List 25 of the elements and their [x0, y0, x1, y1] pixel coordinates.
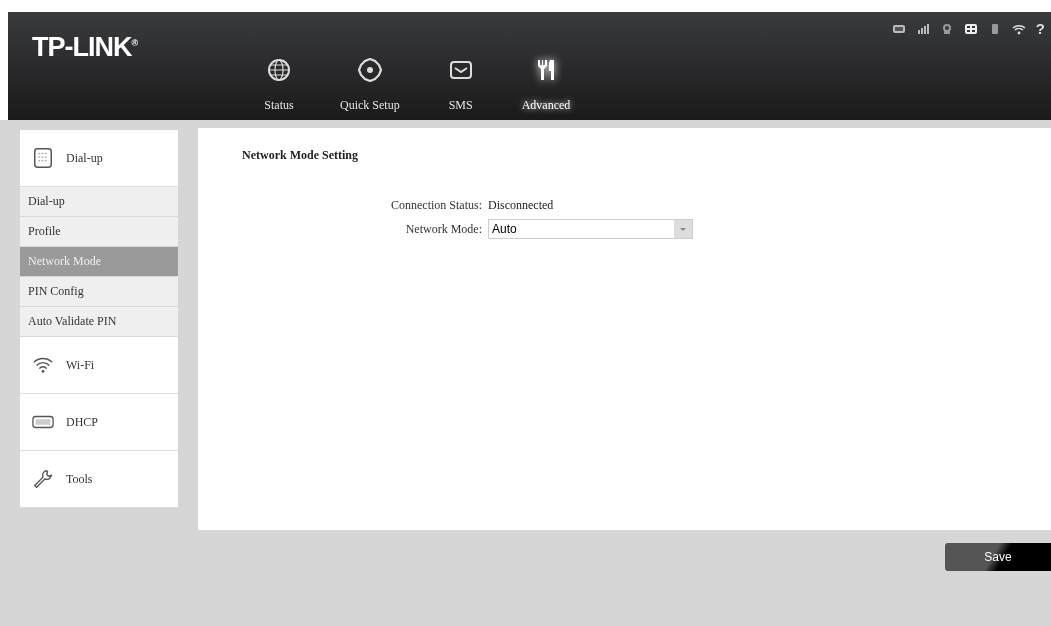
message-icon[interactable] — [891, 22, 906, 35]
signal-icon[interactable] — [915, 22, 930, 35]
envelope-icon — [448, 58, 473, 82]
section-title: Network Mode Setting — [242, 148, 358, 163]
nav-tab[interactable]: Advanced — [517, 46, 575, 113]
logo: TP-LINK$^{®}$ — [31, 31, 139, 63]
status-value: Disconnected — [488, 197, 554, 213]
sidebar-item[interactable]: Auto Validate PIN — [20, 307, 178, 337]
help-icon[interactable]: ? — [1035, 20, 1045, 37]
sidebar-item[interactable]: Profile — [20, 217, 178, 247]
sidebar-item[interactable]: Dial-up — [20, 187, 178, 217]
field-label: Network Mode: — [404, 221, 482, 237]
gear-icon — [357, 58, 382, 82]
field-label: Connection Status: — [390, 197, 482, 213]
sidebar-item[interactable]: PIN Config — [20, 277, 178, 307]
mode-dropdown[interactable]: Auto — [488, 219, 693, 239]
keypad-icon — [32, 147, 54, 169]
nav-tab[interactable]: Quick Setup — [336, 46, 404, 113]
sim-card-icon[interactable] — [963, 22, 978, 35]
nav-tab[interactable]: Status — [252, 46, 306, 113]
wifi-icon[interactable] — [1011, 22, 1026, 35]
globe-icon — [267, 58, 291, 82]
nav-tab[interactable]: SMS — [433, 46, 488, 113]
save-button[interactable]: Save — [945, 543, 1051, 571]
wrench-icon — [32, 468, 54, 490]
